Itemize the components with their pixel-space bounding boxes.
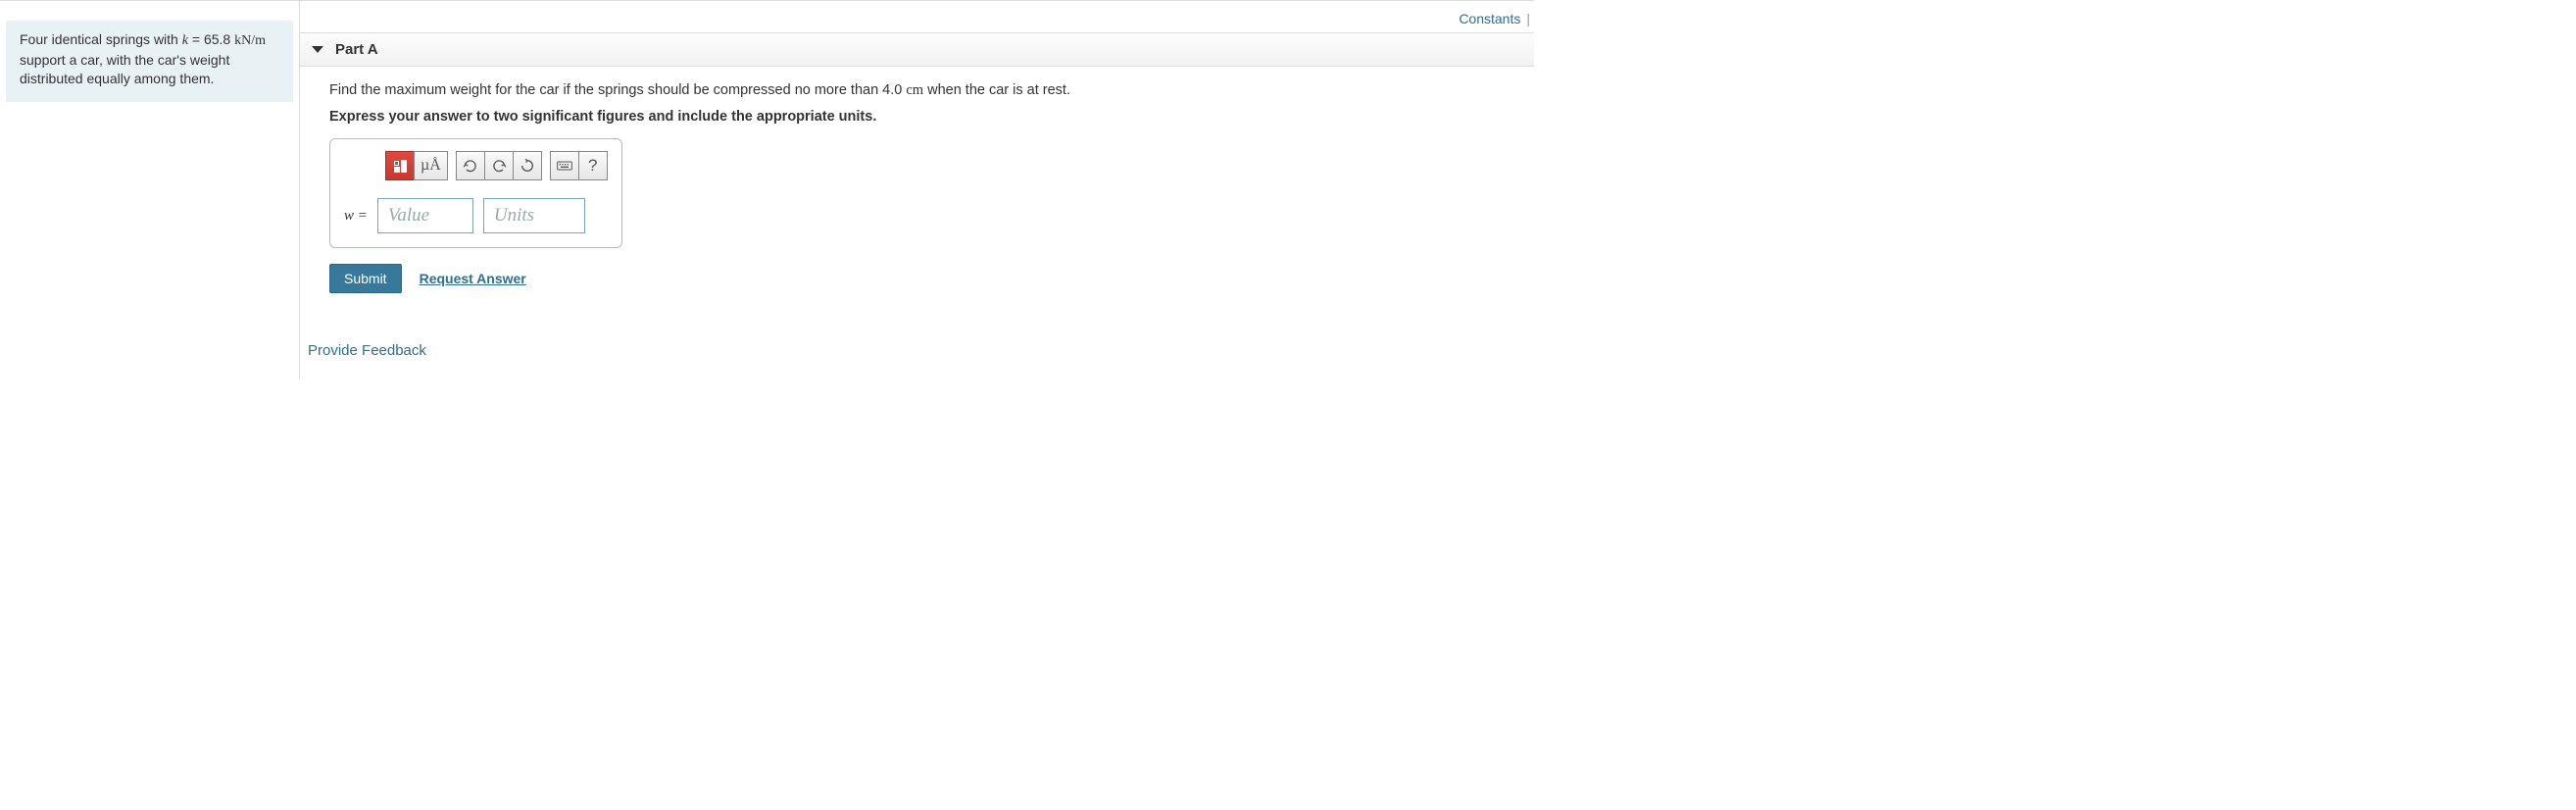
- units-input[interactable]: [483, 198, 585, 233]
- submit-button[interactable]: Submit: [329, 264, 402, 293]
- request-answer-link[interactable]: Request Answer: [420, 271, 526, 286]
- undo-button[interactable]: [456, 151, 485, 180]
- question-text: Find the maximum weight for the car if t…: [329, 82, 1514, 99]
- equation-toolbar: µÅ: [385, 151, 608, 180]
- provide-feedback-link[interactable]: Provide Feedback: [308, 342, 426, 359]
- reset-icon: [520, 158, 535, 174]
- templates-icon: [394, 160, 407, 173]
- templates-button[interactable]: [385, 151, 415, 180]
- constants-link[interactable]: Constants: [1459, 11, 1520, 26]
- part-header[interactable]: Part A: [300, 32, 1534, 67]
- help-icon: ?: [588, 156, 597, 176]
- question-post: when the car is at rest.: [923, 82, 1070, 98]
- redo-icon: [491, 158, 507, 174]
- answer-input-row: w =: [344, 198, 608, 233]
- k-unit: kN/m: [234, 33, 266, 48]
- undo-icon: [463, 158, 478, 174]
- top-links-bar: Constants |: [300, 1, 1534, 32]
- answer-variable-label: w =: [344, 208, 368, 225]
- instruction-text: Express your answer to two significant f…: [329, 109, 1514, 125]
- actions-row: Submit Request Answer: [329, 264, 1514, 293]
- help-button[interactable]: ?: [578, 151, 608, 180]
- redo-button[interactable]: [484, 151, 514, 180]
- collapse-caret-icon[interactable]: [312, 46, 323, 53]
- reset-button[interactable]: [513, 151, 542, 180]
- problem-statement: Four identical springs with k = 65.8 kN/…: [6, 21, 293, 102]
- question-pre: Find the maximum weight for the car if t…: [329, 82, 906, 98]
- page-root: Four identical springs with k = 65.8 kN/…: [0, 0, 1534, 379]
- part-title: Part A: [335, 41, 378, 58]
- symbols-button[interactable]: µÅ: [414, 151, 448, 180]
- answer-area: µÅ: [329, 138, 622, 248]
- equals-sign: =: [188, 31, 204, 47]
- keyboard-icon: [557, 158, 572, 174]
- problem-text-post: support a car, with the car's weight dis…: [20, 52, 229, 86]
- part-body: Find the maximum weight for the car if t…: [300, 67, 1534, 313]
- left-column: Four identical springs with k = 65.8 kN/…: [0, 1, 299, 379]
- keyboard-button[interactable]: [550, 151, 579, 180]
- mu-angstrom-label: µÅ: [421, 157, 441, 175]
- k-value: 65.8: [204, 31, 230, 47]
- right-column: Constants | Part A Find the maximum weigh…: [299, 1, 1534, 379]
- value-input[interactable]: [377, 198, 473, 233]
- question-unit: cm: [906, 82, 923, 98]
- top-separator: |: [1526, 11, 1530, 26]
- problem-text-pre: Four identical springs with: [20, 31, 182, 47]
